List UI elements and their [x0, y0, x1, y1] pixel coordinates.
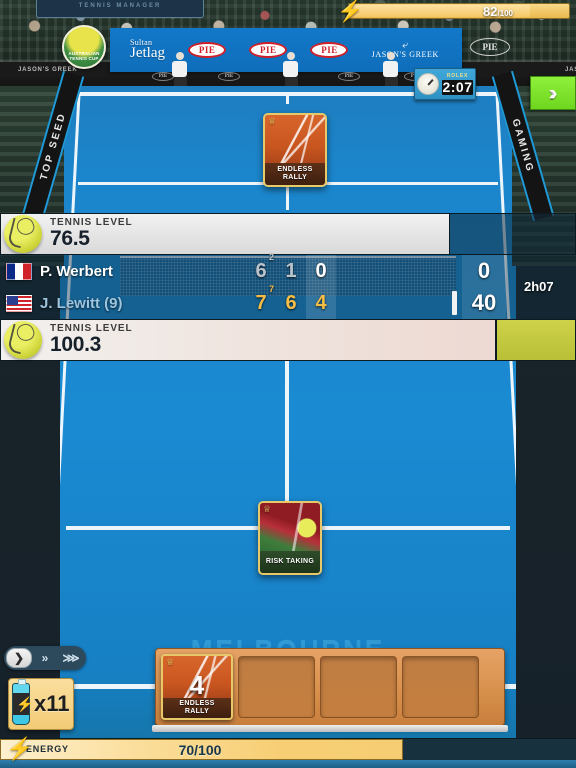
sultan-jetlag-logo: Sultan Jetlag [130, 39, 165, 61]
opponent-stamina-bar: ⚡ 82/100 [337, 1, 570, 22]
fast-forward-button[interactable]: › › › [530, 76, 576, 110]
hand-card-endless-rally[interactable]: ♕ 4 ENDLESS RALLY [161, 654, 233, 720]
energy-value: 70/100 [178, 742, 222, 758]
energy-bar: ⚡ ENERGY 70/100 [0, 738, 576, 760]
set-score-value: 6 [255, 260, 267, 282]
pie-logo: PIE [249, 42, 288, 58]
stamina-number: 82 [482, 3, 498, 19]
card-label-line1: ENDLESS [277, 166, 313, 174]
set-score: 1 [285, 260, 297, 282]
tennis-level-player2: TENNIS LEVEL 100.3 [0, 319, 496, 361]
player2-game-points: 40 [462, 287, 506, 319]
set-score: 7 7 [246, 284, 276, 319]
empty-card-slot[interactable] [320, 656, 397, 718]
card-label-line2: RALLY [282, 174, 308, 181]
double-chevron-right-icon: › [550, 81, 558, 105]
player1-sets: 6 2 1 0 [246, 252, 336, 287]
pie-logo: PIE [188, 42, 227, 58]
speed-3x-button[interactable]: ⋙ [58, 648, 84, 668]
crown-icon: ♕ [263, 504, 272, 514]
energy-drink-item[interactable]: ⚡ x11 [8, 678, 74, 730]
speed-1x-button[interactable]: ❯ [6, 648, 32, 668]
tennis-ball-icon [4, 321, 42, 359]
france-flag-icon [6, 262, 32, 280]
tennis-ball-icon [4, 215, 42, 253]
tiebreak-score: 2 [268, 252, 274, 262]
set-score: 6 2 [246, 252, 276, 287]
serve-indicator-icon [452, 291, 457, 315]
card-label-line2: RALLY [184, 708, 210, 715]
empty-card-slot[interactable] [402, 656, 479, 718]
mini-ad: PIE [338, 72, 360, 81]
card-label-line1: ENDLESS [179, 700, 215, 708]
speed-controls[interactable]: ❯ » ⋙ [4, 646, 86, 670]
app-logo: TENNIS MANAGER [36, 0, 204, 18]
line-judge [172, 52, 188, 88]
usa-flag-icon [6, 294, 32, 312]
pie-logo: PIE [310, 42, 349, 58]
lightning-bolt-icon: ⚡ [16, 696, 34, 712]
player1-game-points: 0 [462, 255, 506, 287]
player2-sets: 7 7 6 4 [246, 284, 336, 319]
card-label-line1: RISK TAKING [265, 558, 315, 566]
scoreboard: TENNIS LEVEL 76.5 P. Werbert 6 2 1 0 0 J… [0, 213, 576, 361]
card-label: ENDLESS RALLY [163, 698, 231, 718]
player1-name: P. Werbert [40, 262, 113, 280]
player-row: P. Werbert 6 2 1 0 0 [0, 252, 576, 287]
card-label: ENDLESS RALLY [265, 163, 325, 185]
line-judge [383, 52, 399, 88]
speed-2x-button[interactable]: » [32, 648, 58, 668]
match-duration: 2h07 [524, 279, 554, 294]
level-row-fill-p2 [496, 319, 576, 361]
jasons-greek-logo: ⤶ JASON'S GREEK [371, 39, 439, 60]
tiebreak-score: 7 [268, 284, 274, 294]
lightning-bolt-icon: ⚡ [337, 0, 364, 23]
set-score-current: 0 [306, 255, 336, 287]
crown-icon: ♕ [268, 116, 277, 126]
stamina-max: /100 [497, 8, 513, 18]
mini-ad: PIE [218, 72, 240, 81]
tennis-level-value: 76.5 [50, 227, 90, 251]
crown-icon: ♕ [166, 657, 175, 667]
set-score-current: 4 [306, 287, 336, 319]
set-score-value: 7 [255, 292, 267, 314]
stamina-value: 82/100 [483, 4, 513, 19]
empty-card-slot[interactable] [238, 656, 315, 718]
jasons-greek-text: JASON'S GREEK [371, 49, 439, 59]
tennis-level-player1: TENNIS LEVEL 76.5 [0, 213, 450, 255]
player-row: J. Lewitt (9) 7 7 6 4 40 [0, 284, 576, 319]
card-hand-tray: ♕ 4 ENDLESS RALLY [152, 648, 508, 732]
active-card-opponent[interactable]: ♕ ENDLESS RALLY [263, 113, 327, 187]
mini-ad: PIE [152, 72, 174, 81]
card-quantity: 4 [189, 670, 205, 700]
match-clock-widget: ROLEX 2:07 [414, 68, 476, 100]
item-count: x11 [34, 691, 70, 716]
players-strip: P. Werbert 6 2 1 0 0 J. Lewitt (9) 7 7 6… [0, 252, 576, 319]
bottom-strip [0, 760, 576, 768]
line-judge [283, 52, 299, 88]
tennis-level-value: 100.3 [50, 333, 102, 357]
clock-brand: ROLEX [446, 72, 469, 79]
badge-line2: TENNIS CUP [69, 56, 99, 62]
pie-logo-outline: PIE [470, 38, 510, 56]
stopwatch-icon [417, 73, 439, 95]
ribbon-sponsor: JASON'S GREEK [565, 67, 576, 73]
player2-name: J. Lewitt (9) [40, 294, 123, 312]
active-card-player[interactable]: ♕ RISK TAKING [258, 501, 322, 575]
set-score: 6 [285, 292, 297, 314]
sponsor-line2: Jetlag [130, 45, 165, 61]
clock-time: 2:07 [442, 78, 473, 95]
lightning-bolt-icon: ⚡ [6, 736, 34, 761]
card-label: RISK TAKING [260, 551, 320, 573]
game-screen: JASON'S GREEK JASON'S GREEK JASON'S GREE… [0, 0, 576, 768]
energy-drink-icon: ⚡ [12, 679, 34, 725]
bird-icon: ⤶ [402, 39, 409, 51]
tournament-badge: AUSTRALIAN TENNIS CUP [62, 25, 106, 69]
